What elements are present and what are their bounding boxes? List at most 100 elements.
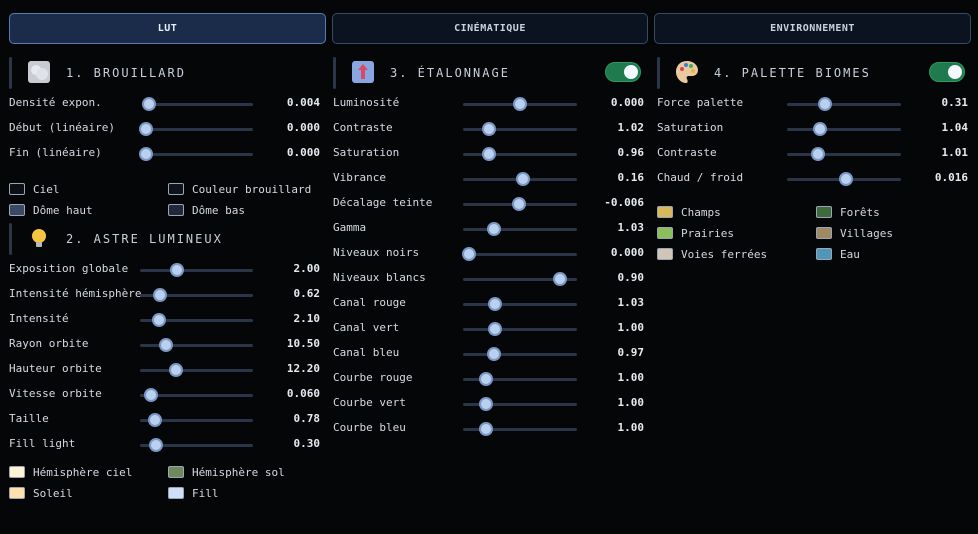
slider-thumb[interactable] bbox=[478, 372, 493, 386]
slider-thumb[interactable] bbox=[170, 263, 185, 277]
slider-thumb[interactable] bbox=[142, 97, 157, 111]
slider-track[interactable] bbox=[463, 253, 577, 256]
color-swatch-voies-ferrees[interactable]: Voies ferrées bbox=[657, 245, 767, 263]
slider-row-force-palette: Force palette 0.31 bbox=[657, 91, 968, 116]
slider-track[interactable] bbox=[463, 228, 577, 231]
slider-value: 0.016 bbox=[934, 171, 968, 184]
slider-thumb[interactable] bbox=[147, 413, 162, 427]
swatch-color-box[interactable] bbox=[657, 206, 673, 218]
slider-track[interactable] bbox=[140, 344, 253, 347]
slider-track[interactable] bbox=[787, 153, 901, 156]
slider-row-saturation: Saturation 0.96 bbox=[333, 141, 644, 166]
slider-track[interactable] bbox=[463, 128, 577, 131]
etalonnage-toggle[interactable] bbox=[605, 62, 641, 82]
slider-thumb[interactable] bbox=[139, 147, 153, 161]
slider-track[interactable] bbox=[463, 153, 577, 156]
slider-thumb[interactable] bbox=[487, 297, 502, 311]
slider-track[interactable] bbox=[463, 303, 577, 306]
swatch-color-box[interactable] bbox=[9, 183, 25, 195]
slider-label: Hauteur orbite bbox=[9, 362, 102, 375]
swatch-color-box[interactable] bbox=[816, 248, 832, 260]
slider-track[interactable] bbox=[146, 128, 253, 131]
slider-thumb[interactable] bbox=[487, 322, 502, 336]
swatch-color-box[interactable] bbox=[816, 206, 832, 218]
slider-value: 2.10 bbox=[293, 312, 321, 325]
slider-label: Niveaux noirs bbox=[333, 246, 420, 259]
color-swatch-forets[interactable]: Forêts bbox=[816, 203, 880, 221]
swatch-color-box[interactable] bbox=[168, 204, 184, 216]
slider-list-etalonnage: Luminosité 0.000 Contraste 1.02 Saturation 0.… bbox=[333, 91, 644, 441]
swatch-color-box[interactable] bbox=[657, 227, 673, 239]
slider-value: 0.060 bbox=[286, 387, 320, 400]
slider-row-intensite: Intensité 2.10 bbox=[9, 307, 320, 332]
slider-thumb[interactable] bbox=[552, 272, 567, 286]
lightbulb-icon bbox=[26, 225, 52, 251]
slider-thumb[interactable] bbox=[478, 422, 493, 436]
slider-thumb[interactable] bbox=[511, 197, 526, 211]
slider-value: 2.00 bbox=[293, 262, 321, 275]
swatch-color-box[interactable] bbox=[168, 466, 184, 478]
slider-list-brouillard: Densité expon. 0.004 Début (linéaire) 0.000… bbox=[9, 91, 320, 166]
slider-thumb[interactable] bbox=[486, 222, 501, 236]
slider-label: Exposition globale bbox=[9, 262, 129, 275]
slider-thumb[interactable] bbox=[478, 397, 493, 411]
slider-label: Canal rouge bbox=[333, 296, 406, 309]
tab-cinematique[interactable]: CINÉMATIQUE bbox=[332, 13, 648, 44]
slider-value: 0.90 bbox=[617, 271, 645, 284]
color-swatch-hemisphere-sol[interactable]: Hémisphère sol bbox=[168, 463, 285, 481]
color-swatch-villages[interactable]: Villages bbox=[816, 224, 893, 242]
swatch-color-box[interactable] bbox=[168, 487, 184, 499]
slider-thumb[interactable] bbox=[482, 122, 497, 136]
color-swatch-hemisphere-ciel[interactable]: Hémisphère ciel bbox=[9, 463, 132, 481]
slider-track[interactable] bbox=[140, 269, 253, 272]
slider-thumb[interactable] bbox=[144, 388, 159, 402]
slider-thumb[interactable] bbox=[153, 288, 168, 302]
slider-thumb[interactable] bbox=[158, 338, 173, 352]
slider-thumb[interactable] bbox=[810, 147, 825, 161]
tab-lut[interactable]: LUT bbox=[9, 13, 326, 44]
color-swatch-couleur-brouillard[interactable]: Couleur brouillard bbox=[168, 180, 311, 198]
slider-track[interactable] bbox=[146, 153, 253, 156]
color-swatch-eau[interactable]: Eau bbox=[816, 245, 860, 263]
swatch-color-box[interactable] bbox=[9, 204, 25, 216]
palette-icon bbox=[674, 59, 700, 85]
color-swatch-champs[interactable]: Champs bbox=[657, 203, 721, 221]
slider-row-vibrance: Vibrance 0.16 bbox=[333, 166, 644, 191]
slider-thumb[interactable] bbox=[516, 172, 531, 186]
slider-thumb[interactable] bbox=[148, 438, 163, 452]
slider-thumb[interactable] bbox=[513, 97, 527, 111]
slider-thumb[interactable] bbox=[461, 247, 476, 261]
slider-track[interactable] bbox=[463, 353, 577, 356]
slider-track[interactable] bbox=[787, 103, 901, 106]
slider-list-palette: Force palette 0.31 Saturation 1.04 Contraste… bbox=[657, 91, 968, 191]
slider-track[interactable] bbox=[787, 128, 901, 131]
slider-label: Début (linéaire) bbox=[9, 121, 115, 134]
swatch-grid-brouillard: Ciel Couleur brouillard Dôme haut Dôme bas bbox=[9, 166, 320, 220]
slider-thumb[interactable] bbox=[839, 172, 854, 186]
swatch-color-box[interactable] bbox=[9, 466, 25, 478]
tab-environnement[interactable]: ENVIRONNEMENT bbox=[654, 13, 971, 44]
color-swatch-prairies[interactable]: Prairies bbox=[657, 224, 734, 242]
slider-thumb[interactable] bbox=[482, 147, 497, 161]
slider-label: Contraste bbox=[657, 146, 717, 159]
slider-thumb[interactable] bbox=[817, 97, 832, 111]
color-swatch-soleil[interactable]: Soleil bbox=[9, 484, 73, 502]
slider-thumb[interactable] bbox=[169, 363, 184, 377]
color-swatch-fill[interactable]: Fill bbox=[168, 484, 219, 502]
slider-thumb[interactable] bbox=[152, 313, 167, 327]
slider-label: Intensité bbox=[9, 312, 69, 325]
swatch-color-box[interactable] bbox=[9, 487, 25, 499]
color-swatch-dome-bas[interactable]: Dôme bas bbox=[168, 201, 245, 219]
slider-thumb[interactable] bbox=[486, 347, 501, 361]
palette-toggle[interactable] bbox=[929, 62, 965, 82]
slider-thumb[interactable] bbox=[813, 122, 828, 136]
swatch-color-box[interactable] bbox=[816, 227, 832, 239]
color-swatch-dome-haut[interactable]: Dôme haut bbox=[9, 201, 93, 219]
swatch-color-box[interactable] bbox=[657, 248, 673, 260]
swatch-color-box[interactable] bbox=[168, 183, 184, 195]
slider-track[interactable] bbox=[146, 103, 253, 106]
slider-track[interactable] bbox=[463, 328, 577, 331]
color-swatch-ciel[interactable]: Ciel bbox=[9, 180, 60, 198]
slider-track[interactable] bbox=[140, 369, 253, 372]
slider-thumb[interactable] bbox=[139, 122, 153, 136]
